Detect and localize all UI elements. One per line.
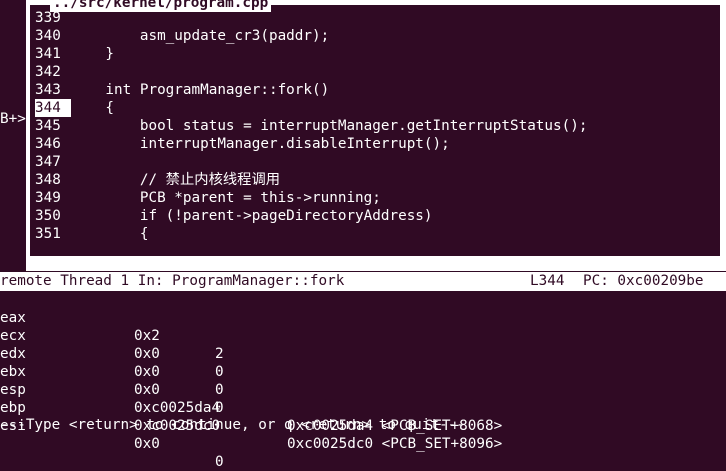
line-number: 342 [35,64,61,80]
source-line: 346 interruptManager.disableInterrupt(); [35,135,450,153]
line-number: 351 [35,226,61,242]
register-natural-value: 0 [215,454,224,470]
status-program-counter: PC: 0xc00209be [583,273,704,289]
line-number: 350 [35,208,61,224]
register-row: ebp 0xc0025dc0 0xc0025dc0 <PCB_SET+8096> [0,381,726,452]
line-code: // 禁止内核线程调用 [71,172,281,188]
line-number: 340 [35,28,61,44]
source-line: 349 PCB *parent = this->running; [35,189,381,207]
source-line: 341 } [35,45,114,63]
source-line: 339 [35,9,71,27]
line-code: bool status = interruptManager.getInterr… [71,118,588,134]
line-number: 346 [35,136,61,152]
line-number: 348 [35,172,61,188]
status-line-number: L344 [530,273,565,289]
pager-prompt[interactable]: ---Type <return> to continue, or q <retu… [0,416,465,434]
source-line: 350 if (!parent->pageDirectoryAddress) [35,207,433,225]
line-number: 347 [35,154,61,170]
status-bar: remote Thread 1 In: ProgramManager::fork… [0,272,726,291]
source-file-title: ../src/kernel/program.cpp [50,0,272,12]
register-row: esi 0x0 0 [0,399,726,470]
register-natural-value: 0xc0025dc0 <PCB_SET+8096> [287,436,503,452]
register-row: esp 0xc0025da4 0xc0025da4 <PCB_SET+8068> [0,363,726,434]
line-number: 343 [35,82,61,98]
breakpoint-marker: B+> [0,111,26,127]
register-row: edx 0x0 0 [0,327,726,398]
source-line: 347 [35,153,71,171]
line-code: int ProgramManager::fork() [71,82,330,98]
source-line: 342 [35,63,71,81]
line-code: interruptManager.disableInterrupt(); [71,136,450,152]
line-code: asm_update_cr3(paddr); [71,28,330,44]
line-number: 345 [35,118,61,134]
line-code: if (!parent->pageDirectoryAddress) [71,208,433,224]
source-line: 345 bool status = interruptManager.getIn… [35,117,587,135]
status-target: remote Thread 1 In: ProgramManager::fork [0,273,345,289]
source-line: 343 int ProgramManager::fork() [35,81,329,99]
register-row: ecx 0x0 0 [0,309,726,380]
line-number: 341 [35,46,61,62]
line-code: PCB *parent = this->running; [71,190,381,206]
register-hex-value: 0x0 [134,436,160,452]
current-source-line: 344 { [35,99,114,117]
line-number: 339 [35,10,61,26]
register-row: eax 0x2 2 [0,291,726,362]
source-line: 348 // 禁止内核线程调用 [35,171,280,189]
current-line-number: 344 [35,99,71,117]
source-code-area[interactable]: ../src/kernel/program.cpp 339 340 asm_up… [30,0,720,256]
line-code: { [71,226,149,242]
line-code: { [71,100,115,116]
source-line: 351 { [35,225,148,243]
line-code: } [71,46,115,62]
source-window[interactable]: ../src/kernel/program.cpp 339 340 asm_up… [26,0,726,271]
source-line: 340 asm_update_cr3(paddr); [35,27,329,45]
line-number: 349 [35,190,61,206]
register-row: ebx 0x0 0 [0,345,726,416]
